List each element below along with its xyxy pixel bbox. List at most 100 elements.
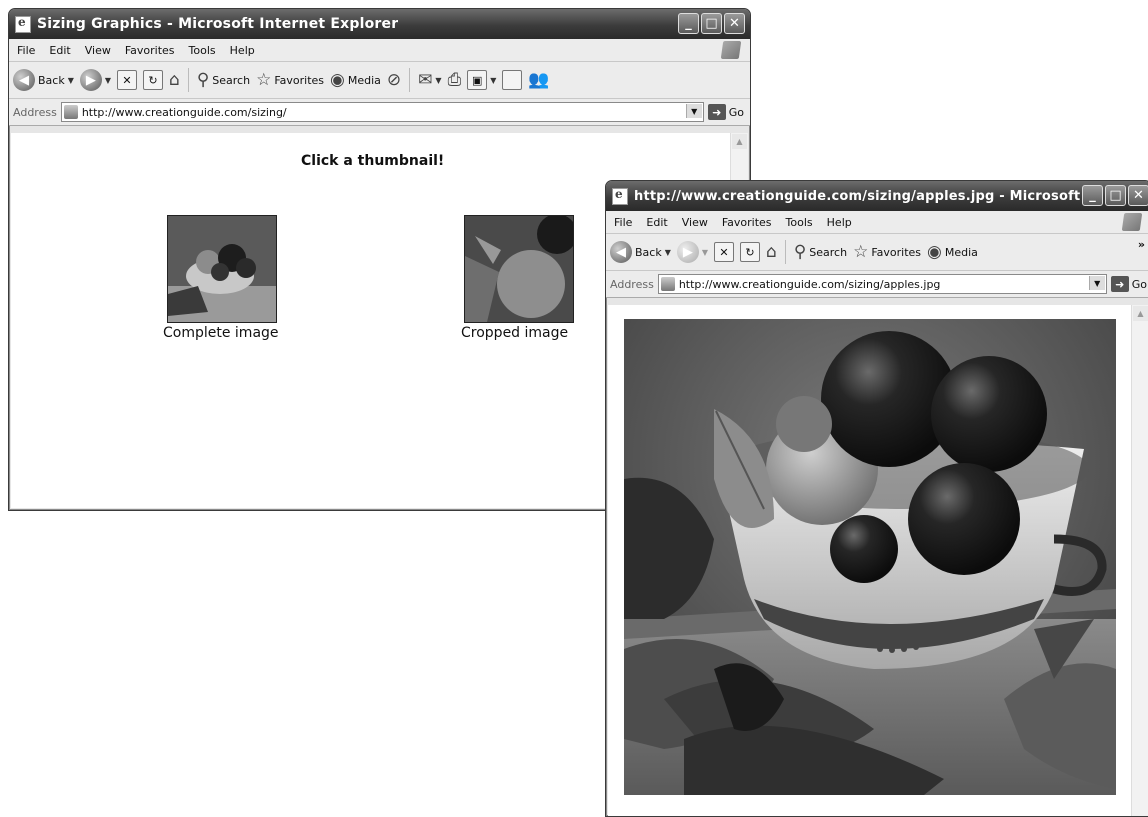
messenger-icon[interactable]: 👥 xyxy=(528,71,549,89)
favorites-label: Favorites xyxy=(274,73,325,87)
go-button[interactable]: ➜ Go xyxy=(1110,276,1147,292)
page-icon xyxy=(63,105,78,119)
address-label: Address xyxy=(610,277,654,291)
address-bar: Address http://www.creationguide.com/siz… xyxy=(9,99,750,126)
chevron-down-icon[interactable]: ▼ xyxy=(1088,276,1105,290)
page-content: ▲ xyxy=(608,305,1148,816)
forward-button[interactable]: ▶ ▼ xyxy=(79,69,111,91)
chevron-down-icon[interactable]: ▼ xyxy=(685,104,702,118)
discuss-icon[interactable] xyxy=(502,70,523,90)
home-icon[interactable]: ⌂ xyxy=(766,243,777,261)
mail-button[interactable]: ✉ ▼ xyxy=(418,71,441,89)
search-label: Search xyxy=(212,73,251,87)
minimize-button[interactable]: _ xyxy=(1082,185,1103,206)
thumbnail-complete-image xyxy=(168,216,276,322)
thumbnail-cropped-image xyxy=(465,216,573,322)
edit-icon: ▣ xyxy=(467,70,488,90)
media-button[interactable]: ◉ Media xyxy=(927,241,978,262)
menu-view[interactable]: View xyxy=(682,216,708,229)
search-button[interactable]: ⚲ Search xyxy=(794,243,847,261)
chevron-down-icon[interactable]: ▼ xyxy=(435,76,441,85)
back-button[interactable]: ◀ Back ▼ xyxy=(13,69,74,91)
address-input[interactable]: http://www.creationguide.com/sizing/appl… xyxy=(657,274,1107,294)
chevron-down-icon[interactable]: ▼ xyxy=(490,76,496,85)
menu-help[interactable]: Help xyxy=(230,44,255,57)
apples-photo xyxy=(624,319,1116,795)
toolbar-separator xyxy=(409,68,411,92)
menu-edit[interactable]: Edit xyxy=(646,216,667,229)
edit-button[interactable]: ▣ ▼ xyxy=(467,70,496,90)
ie-document-icon xyxy=(612,187,628,205)
go-label: Go xyxy=(728,105,744,119)
thumbnail-complete[interactable] xyxy=(167,215,277,323)
chevron-down-icon[interactable]: ▼ xyxy=(68,76,74,85)
star-icon: ☆ xyxy=(853,241,869,262)
menu-tools[interactable]: Tools xyxy=(786,216,813,229)
toolbar-separator xyxy=(187,68,189,92)
search-icon: ⚲ xyxy=(196,69,210,90)
star-icon: ☆ xyxy=(256,69,272,90)
address-url: http://www.creationguide.com/sizing/ xyxy=(81,105,287,119)
menu-favorites[interactable]: Favorites xyxy=(125,44,175,57)
menu-edit[interactable]: Edit xyxy=(49,44,70,57)
menu-file[interactable]: File xyxy=(17,44,35,57)
minimize-button[interactable]: _ xyxy=(678,13,699,34)
close-button[interactable]: ✕ xyxy=(1128,185,1148,206)
chevron-down-icon[interactable]: ▼ xyxy=(105,76,111,85)
chevron-down-icon[interactable]: ▼ xyxy=(702,248,708,257)
windows-logo-icon xyxy=(1121,213,1143,231)
refresh-icon[interactable]: ↻ xyxy=(143,70,164,90)
stop-icon[interactable]: ✕ xyxy=(714,242,735,262)
title-bar[interactable]: Sizing Graphics - Microsoft Internet Exp… xyxy=(9,9,750,39)
forward-button[interactable]: ▶ ▼ xyxy=(676,241,708,263)
toolbar: ◀ Back ▼ ▶ ▼ ✕ ↻ ⌂ ⚲ Search ☆ Favorites … xyxy=(606,234,1148,271)
toolbar-overflow-chevron[interactable]: » xyxy=(1138,238,1145,251)
thumbnail-cropped[interactable] xyxy=(464,215,574,323)
apples-image xyxy=(624,319,1116,795)
favorites-label: Favorites xyxy=(871,245,922,259)
maximize-button[interactable]: □ xyxy=(1105,185,1126,206)
go-arrow-icon: ➜ xyxy=(1110,276,1129,292)
favorites-button[interactable]: ☆ Favorites xyxy=(256,69,325,90)
menu-favorites[interactable]: Favorites xyxy=(722,216,772,229)
back-button[interactable]: ◀ Back ▼ xyxy=(610,241,671,263)
toolbar-separator xyxy=(784,240,786,264)
favorites-button[interactable]: ☆ Favorites xyxy=(853,241,922,262)
menu-help[interactable]: Help xyxy=(827,216,852,229)
maximize-icon: □ xyxy=(1109,188,1122,203)
vertical-scrollbar[interactable]: ▲ xyxy=(1131,305,1148,816)
chevron-down-icon[interactable]: ▼ xyxy=(665,248,671,257)
windows-logo-icon xyxy=(720,41,742,59)
close-icon: ✕ xyxy=(729,16,740,31)
browser-window-popup: http://www.creationguide.com/sizing/appl… xyxy=(605,180,1148,817)
menu-file[interactable]: File xyxy=(614,216,632,229)
media-label: Media xyxy=(347,73,381,87)
menu-tools[interactable]: Tools xyxy=(189,44,216,57)
thumbnail-cropped-caption: Cropped image xyxy=(461,325,569,341)
home-icon[interactable]: ⌂ xyxy=(169,71,180,89)
back-arrow-icon: ◀ xyxy=(13,69,35,91)
menu-view[interactable]: View xyxy=(85,44,111,57)
back-arrow-icon: ◀ xyxy=(610,241,632,263)
media-icon: ◉ xyxy=(927,241,942,262)
window-title: http://www.creationguide.com/sizing/appl… xyxy=(634,188,1094,204)
address-url: http://www.creationguide.com/sizing/appl… xyxy=(678,277,941,291)
maximize-button[interactable]: □ xyxy=(701,13,722,34)
media-button[interactable]: ◉ Media xyxy=(330,71,381,89)
menu-bar: File Edit View Favorites Tools Help xyxy=(9,39,750,62)
history-icon[interactable]: ⊘ xyxy=(387,71,401,89)
address-input[interactable]: http://www.creationguide.com/sizing/ ▼ xyxy=(60,102,704,122)
address-label: Address xyxy=(13,105,57,119)
search-button[interactable]: ⚲ Search xyxy=(196,69,251,90)
go-arrow-icon: ➜ xyxy=(707,104,726,120)
close-button[interactable]: ✕ xyxy=(724,13,745,34)
title-bar[interactable]: http://www.creationguide.com/sizing/appl… xyxy=(606,181,1148,211)
back-label: Back xyxy=(38,73,65,87)
go-button[interactable]: ➜ Go xyxy=(707,104,744,120)
refresh-icon[interactable]: ↻ xyxy=(740,242,761,262)
print-icon[interactable]: ⎙ xyxy=(448,71,462,89)
scroll-up-icon[interactable]: ▲ xyxy=(1133,306,1148,321)
stop-icon[interactable]: ✕ xyxy=(117,70,138,90)
scroll-up-icon[interactable]: ▲ xyxy=(732,134,747,149)
minimize-icon: _ xyxy=(1089,188,1096,203)
